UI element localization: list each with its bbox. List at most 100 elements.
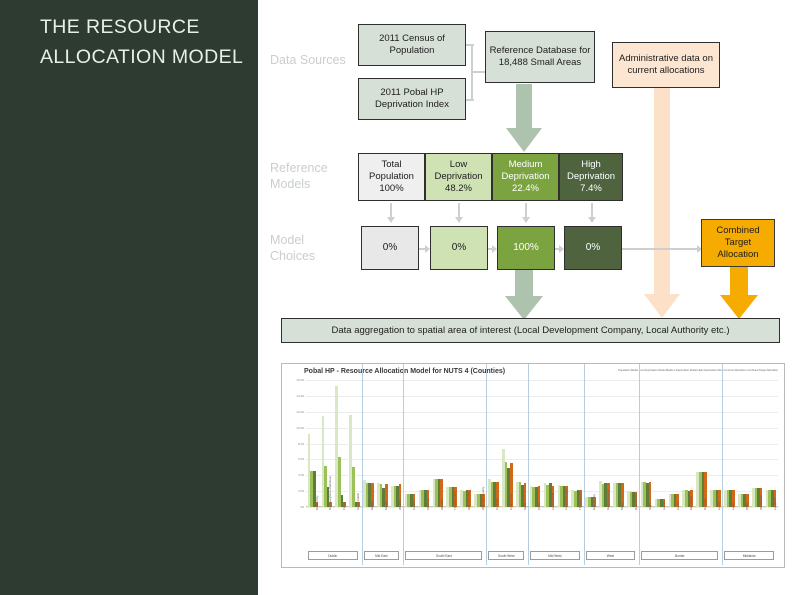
reference-model-low-deprivation[interactable]: Low Deprivation 48.2% <box>425 153 492 201</box>
model-choice-medium-deprivation[interactable]: 100% <box>497 226 555 270</box>
chart-bar-group <box>377 380 388 507</box>
chart-x-label: Westmeath <box>758 494 763 510</box>
chart-bar-group <box>349 380 360 507</box>
row-label-data-sources: Data Sources <box>270 53 346 67</box>
chart-y-tick: 10.00 <box>296 425 304 430</box>
chart-y-tick: 2.00 <box>298 489 304 494</box>
chart-region-label: Dublin <box>308 551 358 560</box>
chart-bar-group <box>335 380 346 507</box>
chart-x-label: Cork City <box>495 497 500 510</box>
reference-model-high-deprivation[interactable]: High Deprivation 7.4% <box>559 153 623 201</box>
arrow-down-to-choice-2 <box>522 203 530 223</box>
chart-legend: Population Model Low Deprivation Model M… <box>618 369 778 372</box>
chart-region-separator <box>486 364 488 565</box>
combined-target-allocation-box[interactable]: Combined Target Allocation <box>701 219 775 267</box>
reference-model-total-population[interactable]: Total Population 100% <box>358 153 425 201</box>
chart-bar-group <box>488 380 499 507</box>
reference-model-text-3: High Deprivation 7.4% <box>566 159 616 194</box>
chart-bar-group <box>307 380 319 507</box>
chart-region-separator <box>403 364 405 565</box>
model-choice-total-population[interactable]: 0% <box>361 226 419 270</box>
chart-region-separator <box>361 364 363 565</box>
chart-bar-group <box>710 380 721 507</box>
chart-x-label: Fingal <box>342 501 347 510</box>
chart-x-label: Galway County <box>606 489 611 510</box>
chart-y-tick: 14.00 <box>296 393 304 398</box>
chart-bar-group <box>390 380 402 507</box>
chart-bar-group <box>682 380 693 507</box>
chart-x-label: Cavan <box>675 501 680 510</box>
bracket-arm-out <box>471 71 485 73</box>
chart-x-label: Wicklow <box>397 499 402 510</box>
chart-x-label: Monaghan <box>689 495 694 510</box>
chart-x-label: Tipperary S.R. <box>453 490 458 510</box>
arrow-refdb-to-models <box>506 84 542 152</box>
chart-region-label: West <box>585 551 636 560</box>
chart-title: Pobal HP - Resource Allocation Model for… <box>304 368 506 375</box>
chart-region-separator <box>639 364 641 565</box>
chart-x-label: Mayo <box>620 502 625 510</box>
chart-bar-group <box>640 380 652 507</box>
chart-gridline <box>306 507 778 508</box>
chart-bar-group <box>515 380 527 507</box>
reference-model-medium-deprivation[interactable]: Medium Deprivation 22.4% <box>492 153 559 201</box>
reference-model-text-0: Total Population 100% <box>369 159 414 194</box>
chart-bar-group <box>724 380 735 507</box>
chart-y-tick: 16.00 <box>296 378 304 382</box>
chart-x-label: Longford <box>772 498 777 510</box>
chart-bar-group <box>418 380 430 507</box>
model-choice-low-deprivation[interactable]: 0% <box>430 226 488 270</box>
arrow-down-to-choice-0 <box>387 203 395 223</box>
chart-x-label: Meath <box>384 501 389 510</box>
chart-x-label: Waterford City <box>467 490 472 510</box>
chart-plot-area: 16.00 14.00 12.00 10.00 8.00 6.00 4.00 2.00 .00 D… <box>296 364 778 565</box>
chart-y-tick: 6.00 <box>298 457 304 462</box>
chart-bar-group <box>446 380 457 507</box>
chart-bar <box>351 467 355 507</box>
chart-bar-group <box>751 380 763 507</box>
chart-x-label: Dublin City <box>314 495 319 510</box>
arrow-admin-to-aggregation <box>644 88 680 318</box>
source-box-census[interactable]: 2011 Census of Population <box>358 24 466 66</box>
chart-bar-group <box>585 380 596 507</box>
reference-model-text-1: Low Deprivation 48.2% <box>434 159 483 194</box>
chart-x-label: Kildare <box>370 500 375 510</box>
chart-x-label: Wexford <box>439 498 444 510</box>
arrow-down-to-choice-1 <box>455 203 463 223</box>
chart-bar-group <box>571 380 582 507</box>
chart-y-tick: .00 <box>299 505 304 509</box>
chart-x-label: Cork County <box>508 493 513 510</box>
chart-bar-group <box>543 380 555 507</box>
arrow-right-choice-1-2 <box>488 245 497 253</box>
chart-bar-group <box>404 380 416 507</box>
chart-bar-group <box>432 380 444 507</box>
source-box-deprivation-index[interactable]: 2011 Pobal HP Deprivation Index <box>358 78 466 120</box>
reference-model-text-2: Medium Deprivation 22.4% <box>501 159 550 194</box>
arrow-choice-to-aggregation <box>505 270 543 320</box>
chart-bar-group <box>626 380 638 507</box>
reference-database-box[interactable]: Reference Database for 18,488 Small Area… <box>485 31 595 83</box>
chart-x-label: Clare <box>536 502 541 510</box>
chart-region-separator <box>722 364 724 565</box>
arrow-right-to-combined <box>622 245 702 253</box>
chart-bar-group <box>363 380 374 507</box>
chart-y-tick: 4.00 <box>298 473 304 478</box>
title-panel: THE RESOURCE ALLOCATION MODEL <box>0 0 258 595</box>
chart-x-label: Louth <box>717 502 722 510</box>
model-choice-high-deprivation[interactable]: 0% <box>564 226 622 270</box>
chart-x-label: Sligo <box>647 503 652 510</box>
chart-bar-group <box>460 380 471 507</box>
page-title: THE RESOURCE ALLOCATION MODEL <box>40 16 244 68</box>
chart-region-label: South West <box>488 551 525 560</box>
chart-bar-group <box>668 380 680 507</box>
resource-allocation-chart[interactable]: Pobal HP - Resource Allocation Model for… <box>281 363 785 568</box>
chart-x-label: Galway City <box>592 493 597 510</box>
aggregation-bar[interactable]: Data aggregation to spatial area of inte… <box>281 318 780 343</box>
administrative-data-box[interactable]: Administrative data on current allocatio… <box>612 42 720 88</box>
chart-x-label: Kilkenny <box>425 498 430 510</box>
chart-bar-group <box>502 380 513 507</box>
chart-bar-group <box>696 380 707 507</box>
chart-region-separator <box>528 364 530 565</box>
chart-bar-group <box>599 380 610 507</box>
chart-region-label: Mid West <box>530 551 580 560</box>
